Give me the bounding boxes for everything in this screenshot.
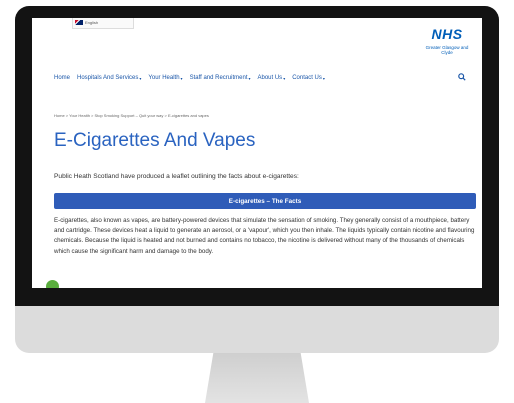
chevron-down-icon: ▾ <box>248 75 251 81</box>
nav-label: Contact Us <box>292 75 322 81</box>
intro-text: Public Heath Scotland have produced a le… <box>54 173 299 180</box>
nav-label: Hospitals And Services <box>77 75 139 81</box>
nhs-logo[interactable]: NHS Greater Glasgow and Clyde <box>422 26 472 55</box>
nav-item-hospitals-and-services[interactable]: Hospitals And Services ▾ <box>77 75 141 81</box>
chevron-down-icon: ▾ <box>180 75 183 81</box>
search-icon[interactable] <box>458 73 466 81</box>
facts-leaflet-label: E-cigarettes – The Facts <box>228 197 302 205</box>
chevron-down-icon: ▾ <box>283 75 286 81</box>
nav-item-home[interactable]: Home <box>54 75 70 81</box>
language-label: English <box>85 20 99 25</box>
nav-label: About Us <box>257 75 283 81</box>
nav-item-about-us[interactable]: About Us ▾ <box>258 75 286 81</box>
nhs-logo-subtitle: Greater Glasgow and Clyde <box>425 45 469 55</box>
language-selector[interactable]: English <box>72 18 134 29</box>
body-paragraph: E-cigarettes, also known as vapes, are b… <box>54 217 475 255</box>
chevron-down-icon: ▾ <box>139 75 142 81</box>
nav-item-contact-us[interactable]: Contact Us ▾ <box>292 75 325 81</box>
facts-leaflet-button[interactable]: E-cigarettes – The Facts <box>54 193 476 209</box>
chevron-down-icon: ▾ <box>322 75 325 81</box>
nav-label: Staff and Recruitment <box>189 75 248 81</box>
nav-label: Your Health <box>148 75 180 81</box>
breadcrumb[interactable]: Home > Your Health > Stop Smoking Suppor… <box>54 113 209 118</box>
nhs-logo-mark: NHS <box>431 26 463 42</box>
chat-icon[interactable] <box>46 280 59 288</box>
page-title: E-Cigarettes And Vapes <box>54 130 256 151</box>
nav-item-your-health[interactable]: Your Health ▾ <box>148 75 182 81</box>
browser-screen: English NHS Greater Glasgow and Clyde Ho… <box>32 18 482 288</box>
monitor-stand <box>205 353 309 403</box>
nav-label: Home <box>54 75 71 81</box>
uk-flag-icon <box>75 20 83 25</box>
main-nav: Home Hospitals And Services ▾ Your Health… <box>54 73 464 83</box>
nav-item-staff-and-recruitment[interactable]: Staff and Recruitment ▾ <box>190 75 251 81</box>
